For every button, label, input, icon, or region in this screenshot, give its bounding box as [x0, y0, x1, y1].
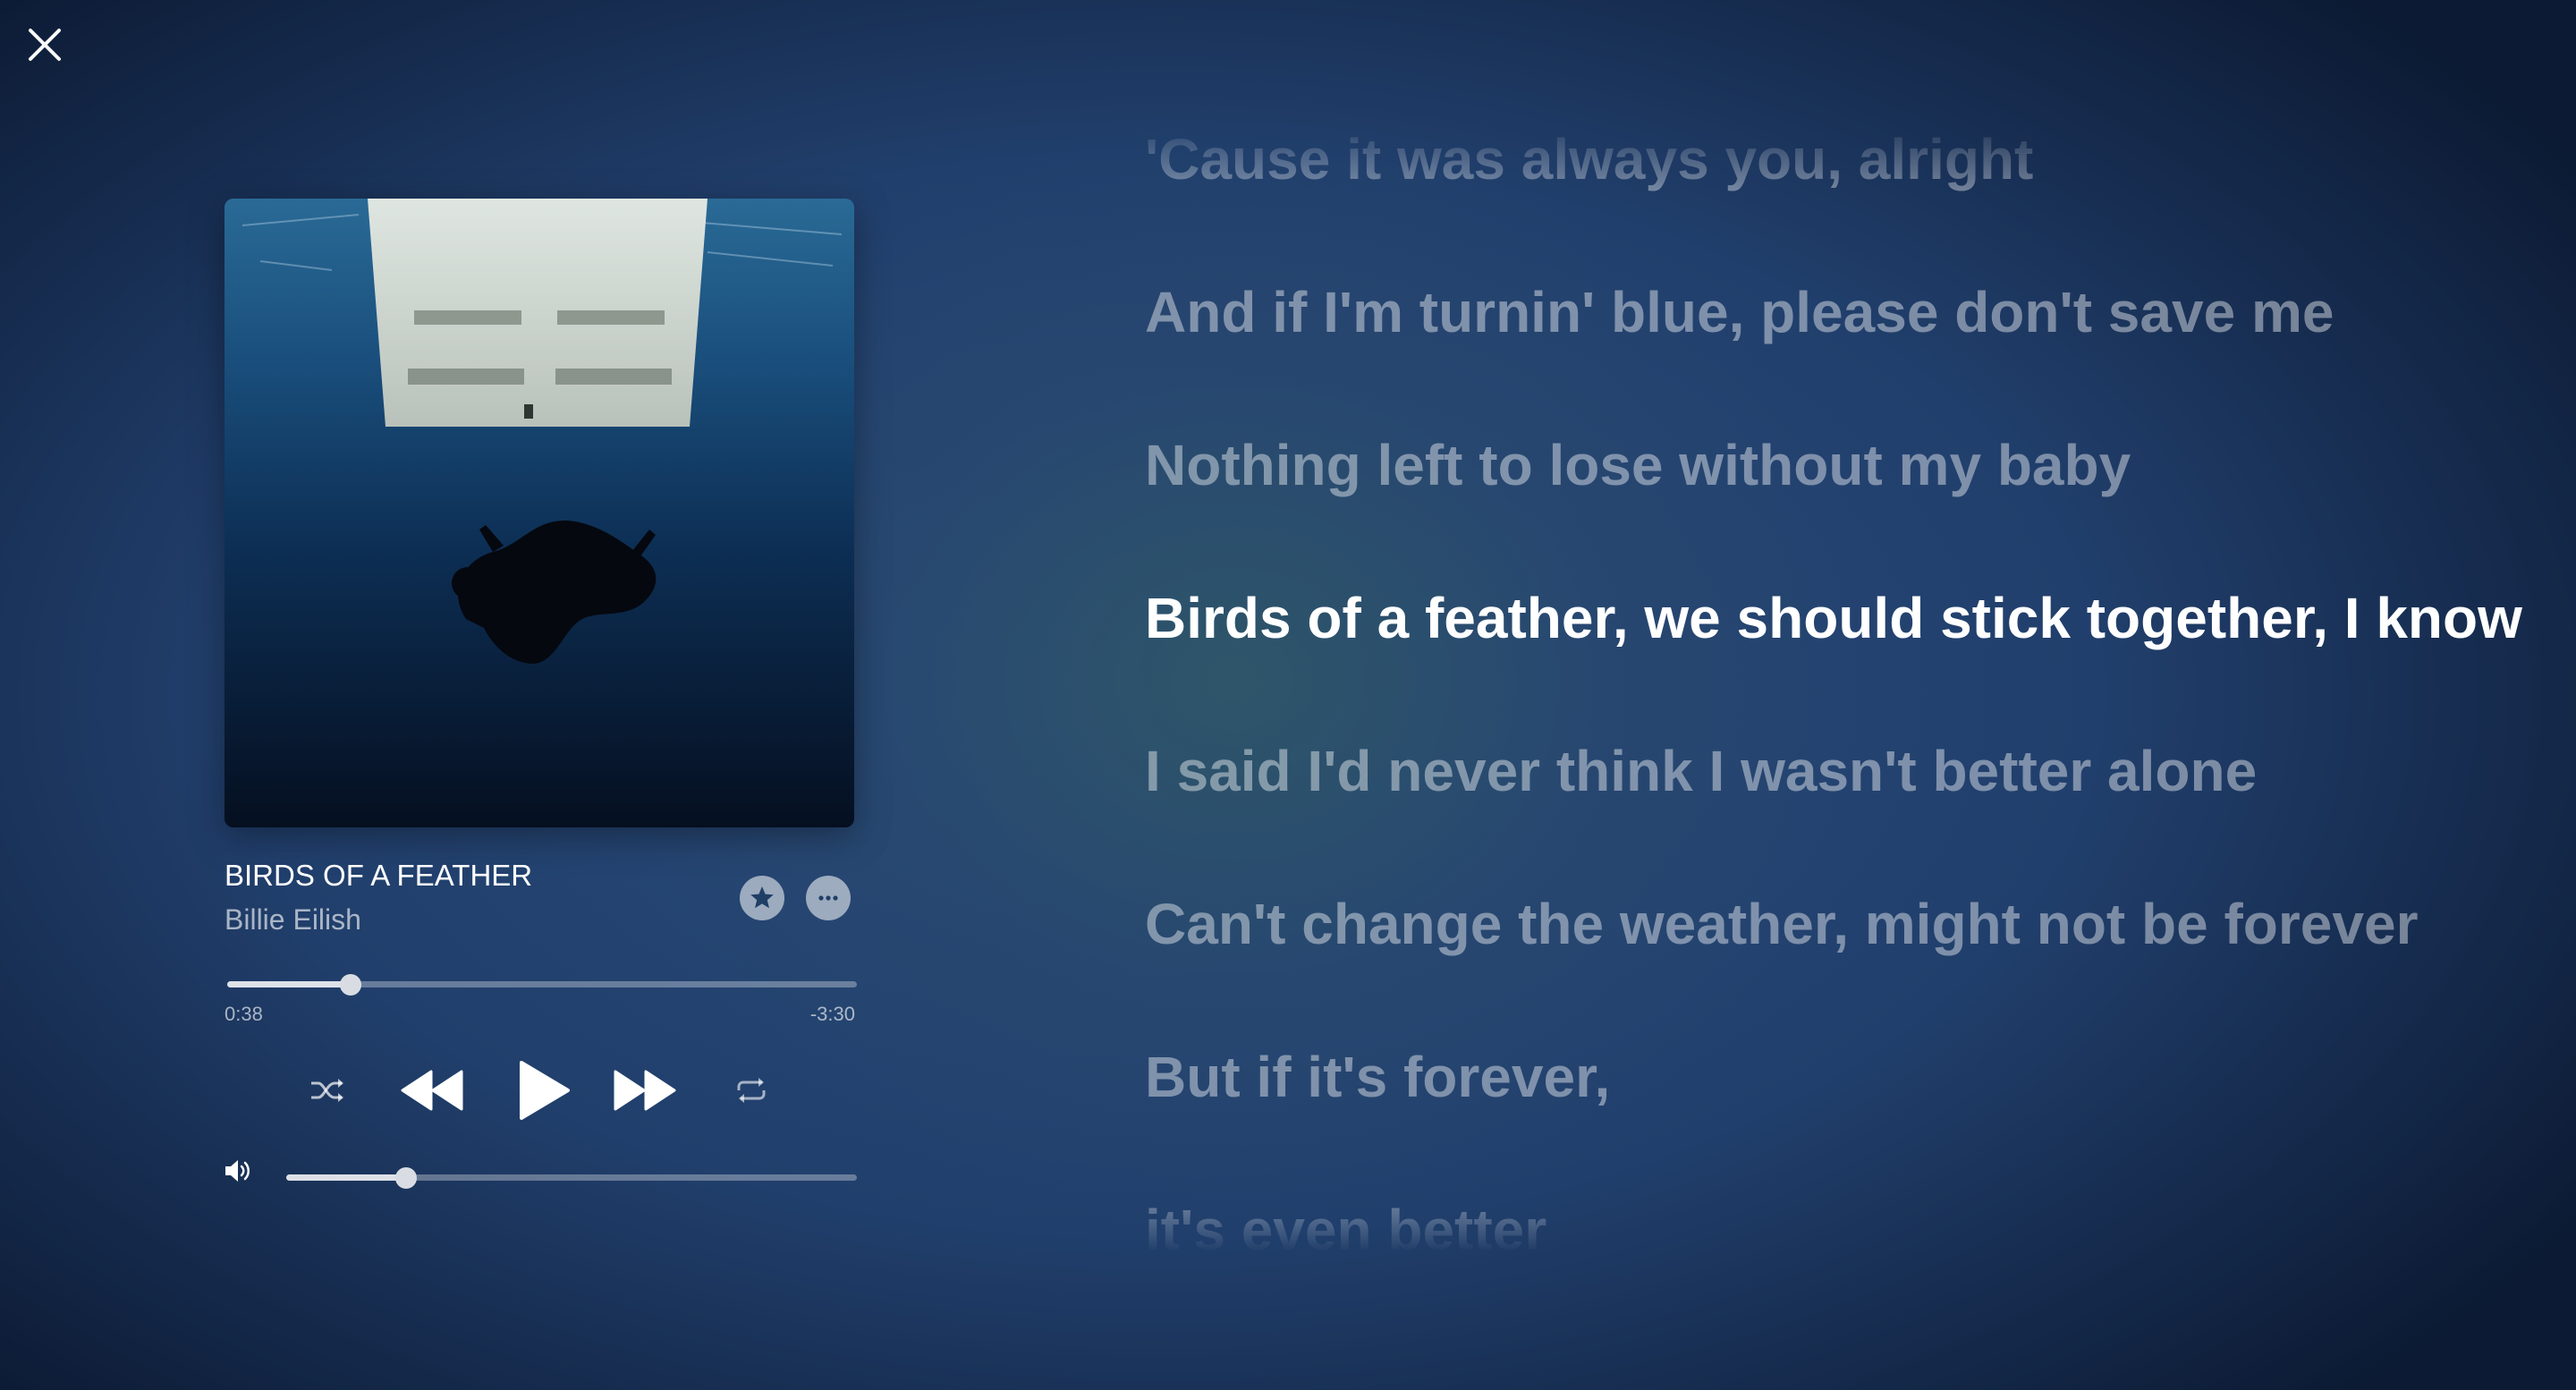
elapsed-time: 0:38: [225, 1003, 263, 1025]
fast-forward-button[interactable]: [612, 1064, 678, 1116]
lyric-line[interactable]: And if I'm turnin' blue, please don't sa…: [1145, 276, 2334, 348]
lyric-line[interactable]: it's even better: [1145, 1194, 1546, 1266]
fast-forward-icon: [614, 1070, 676, 1111]
track-artist[interactable]: Billie Eilish: [225, 903, 361, 937]
remaining-time: -3:30: [809, 1003, 855, 1025]
progress-scrubber[interactable]: [339, 973, 361, 996]
volume-slider[interactable]: [286, 1166, 857, 1189]
lyric-line[interactable]: Nothing left to lose without my baby: [1145, 429, 2131, 501]
album-art-image: [225, 199, 854, 827]
lyric-line[interactable]: I said I'd never think I wasn't better a…: [1145, 735, 2257, 807]
rewind-button[interactable]: [399, 1064, 465, 1116]
rewind-icon: [401, 1070, 463, 1111]
shuffle-icon: [311, 1079, 343, 1102]
repeat-icon: [737, 1078, 766, 1103]
favorite-button[interactable]: [740, 876, 784, 920]
lyric-line[interactable]: Can't change the weather, might not be f…: [1145, 888, 2418, 960]
shuffle-button[interactable]: [308, 1072, 347, 1108]
progress-bar[interactable]: [227, 973, 857, 996]
repeat-button[interactable]: [733, 1072, 769, 1108]
lyric-line[interactable]: But if it's forever,: [1145, 1041, 1610, 1113]
volume-knob[interactable]: [394, 1166, 417, 1189]
album-artwork: [225, 199, 854, 827]
progress-fill: [227, 981, 351, 987]
lyrics-panel[interactable]: 'Cause it was always you, alright And if …: [1145, 116, 2540, 1279]
lyric-line[interactable]: 'Cause it was always you, alright: [1145, 123, 2033, 195]
lyric-line-current[interactable]: Birds of a feather, we should stick toge…: [1145, 582, 2522, 654]
close-button[interactable]: [20, 20, 70, 70]
more-options-button[interactable]: [806, 876, 851, 920]
track-title: BIRDS OF A FEATHER: [225, 859, 533, 892]
close-icon: [29, 29, 61, 61]
play-icon: [520, 1061, 570, 1120]
speaker-icon[interactable]: [223, 1157, 253, 1184]
ellipsis-icon: [818, 895, 838, 901]
star-icon: [750, 886, 774, 909]
volume-fill: [286, 1174, 406, 1181]
play-button[interactable]: [514, 1057, 573, 1123]
